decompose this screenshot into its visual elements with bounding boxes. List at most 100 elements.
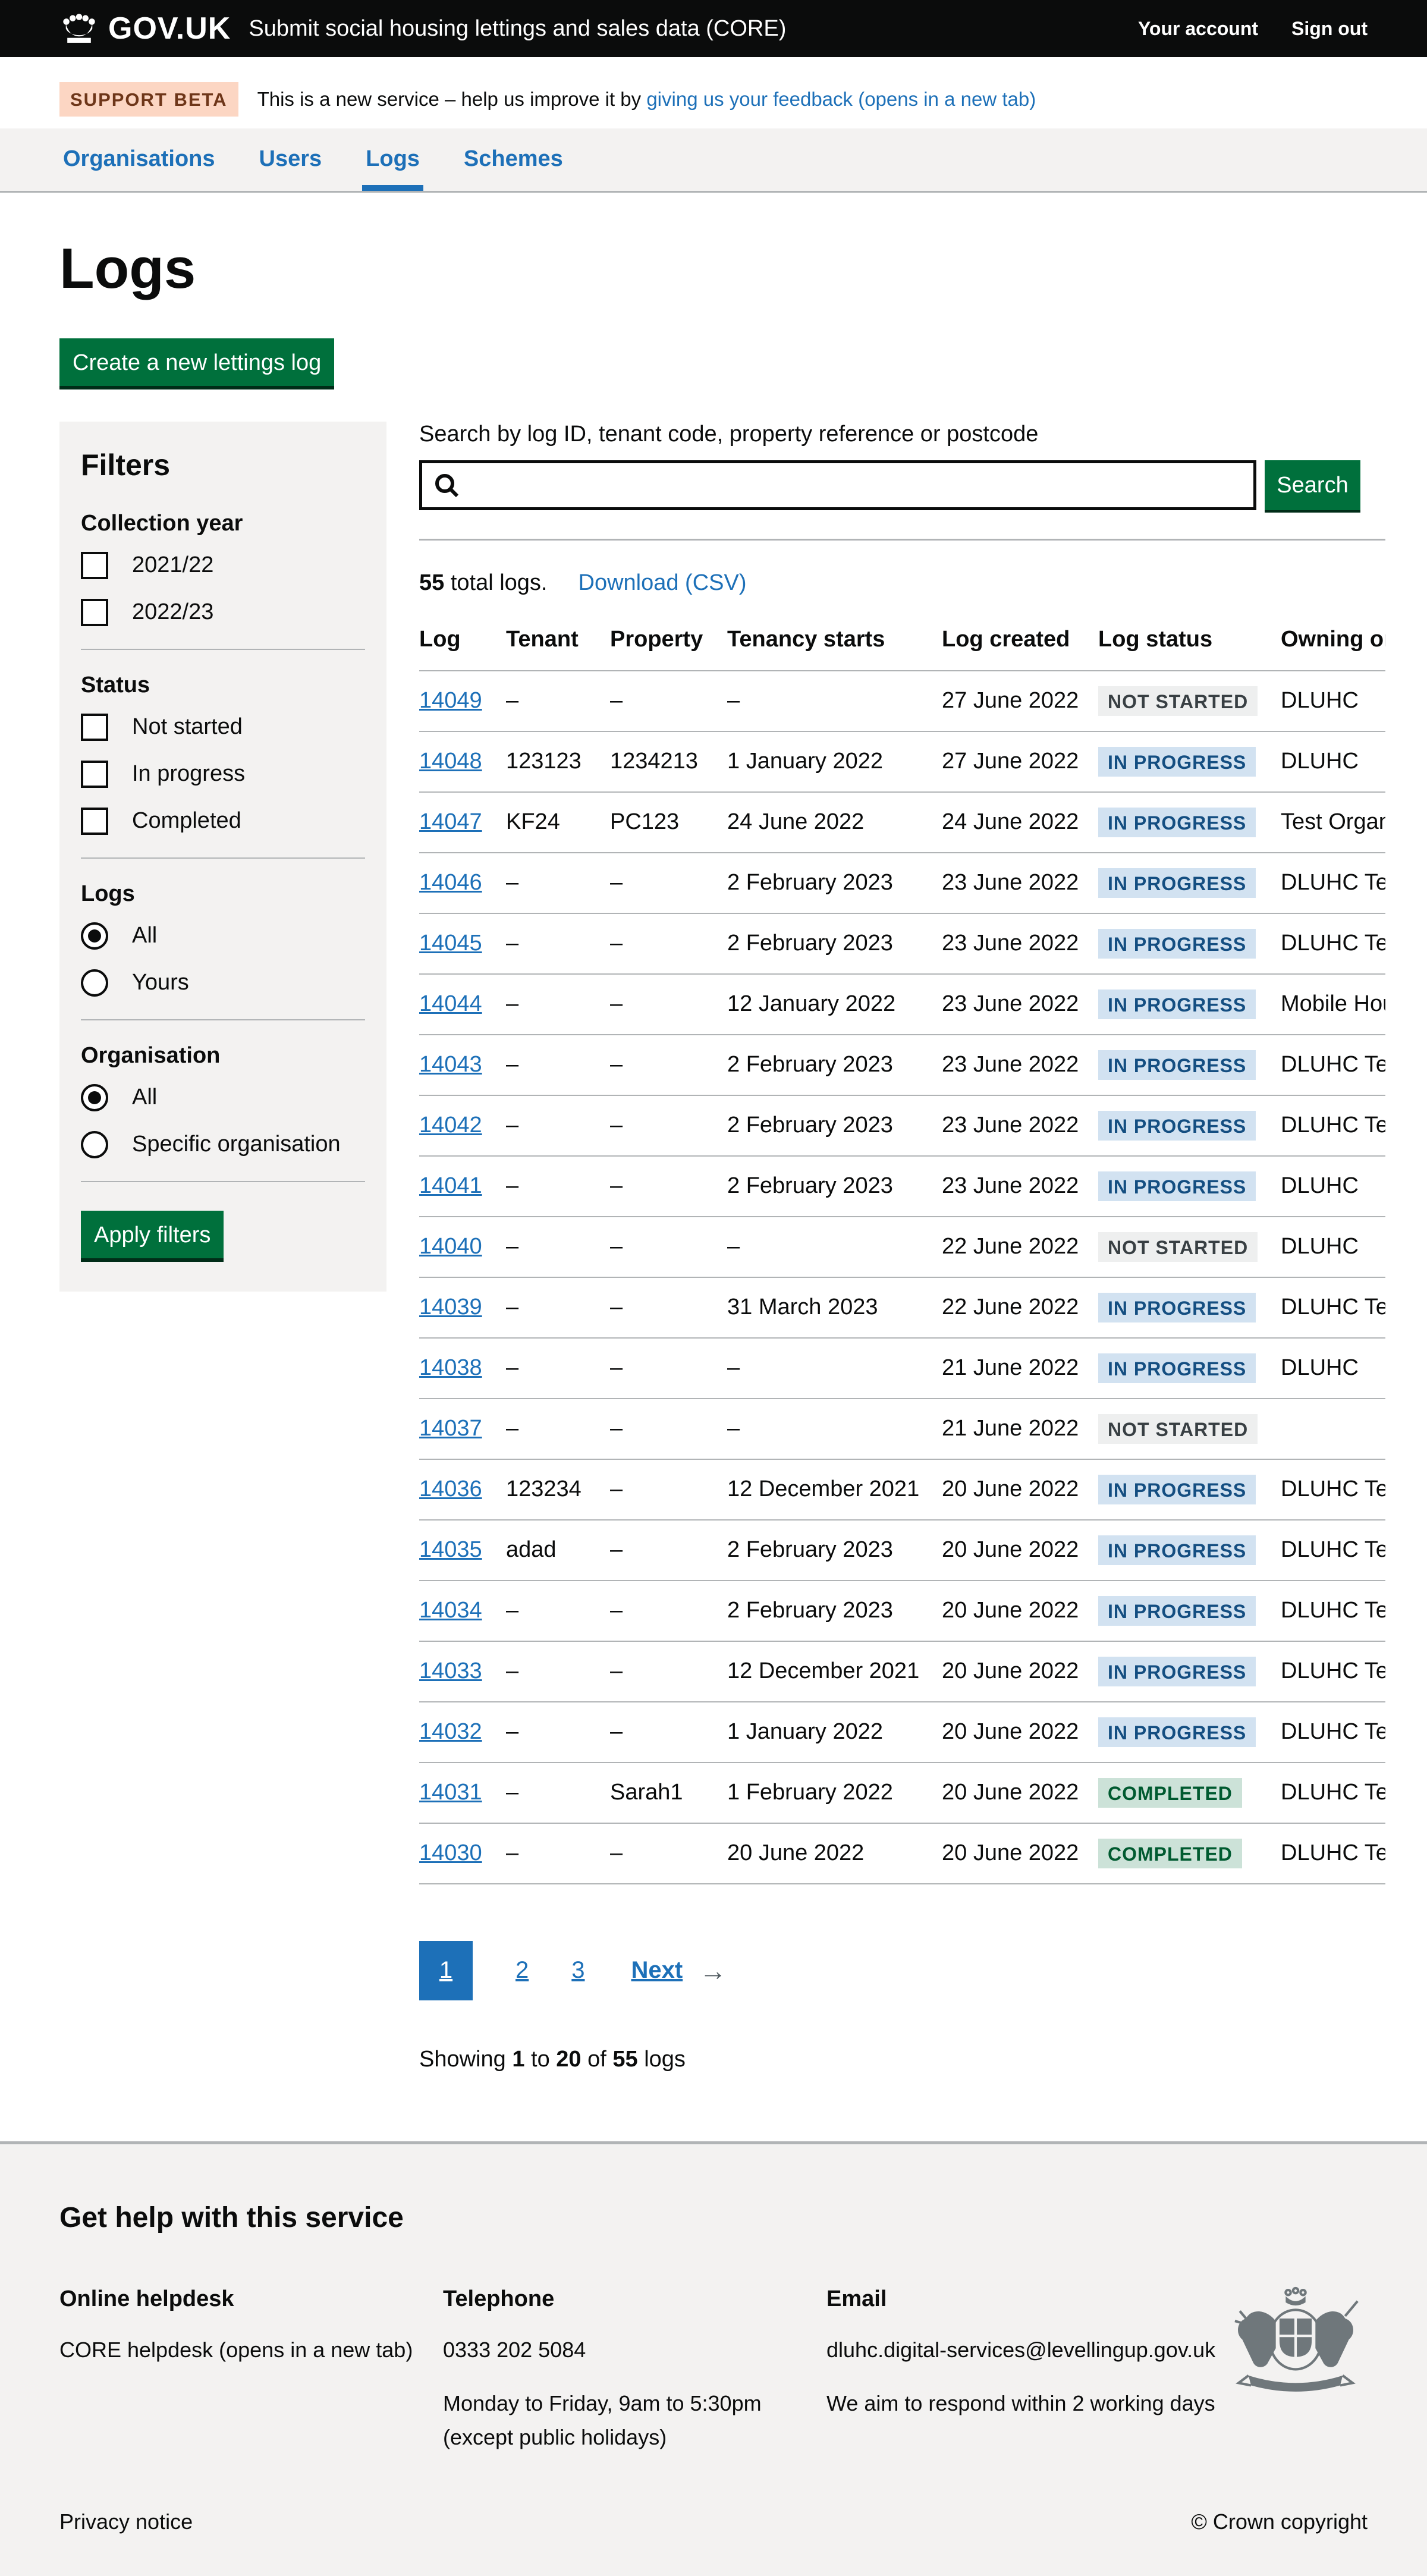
log-id-link[interactable]: 14047 bbox=[419, 809, 482, 834]
log-id-cell: 14037 bbox=[419, 1399, 506, 1459]
log-id-link[interactable]: 14041 bbox=[419, 1173, 482, 1198]
feedback-link[interactable]: giving us your feedback (opens in a new … bbox=[646, 88, 1036, 110]
status-option-label[interactable]: Not started bbox=[132, 714, 243, 740]
log-id-cell: 14030 bbox=[419, 1823, 506, 1884]
log-id-link[interactable]: 14040 bbox=[419, 1234, 482, 1259]
log-id-link[interactable]: 14030 bbox=[419, 1840, 482, 1865]
log-status-cell: Completed bbox=[1098, 1823, 1281, 1884]
download-csv-link[interactable]: Download (CSV) bbox=[579, 570, 747, 595]
organisation-radio[interactable] bbox=[81, 1084, 108, 1111]
status-badge: In progress bbox=[1098, 1050, 1256, 1080]
royal-coat-of-arms-icon bbox=[1221, 2286, 1370, 2414]
footer-heading: Get help with this service bbox=[59, 2201, 1368, 2234]
log-id-link[interactable]: 14038 bbox=[419, 1355, 482, 1380]
logs-radio[interactable] bbox=[81, 922, 108, 950]
owning-organisation-cell: Mobile Hou bbox=[1281, 974, 1385, 1035]
log-created-cell: 23 June 2022 bbox=[942, 853, 1098, 913]
status-option-label[interactable]: In progress bbox=[132, 761, 245, 787]
status-group: Not started In progress Completed bbox=[81, 714, 365, 835]
header-account-nav: Your account Sign out bbox=[1138, 18, 1368, 40]
organisation-option-label[interactable]: All bbox=[132, 1085, 157, 1110]
log-id-link[interactable]: 14042 bbox=[419, 1113, 482, 1138]
logs-option: All bbox=[81, 922, 365, 950]
crown-copyright-link[interactable]: © Crown copyright bbox=[1191, 2509, 1368, 2534]
collection-year-checkbox[interactable] bbox=[81, 552, 108, 579]
log-id-link[interactable]: 14044 bbox=[419, 991, 482, 1016]
create-lettings-log-button[interactable]: Create a new lettings log bbox=[59, 338, 334, 386]
tab-schemes[interactable]: Schemes bbox=[460, 128, 567, 191]
column-header: Tenant bbox=[506, 627, 610, 671]
tenancy-starts-cell: 20 June 2022 bbox=[727, 1823, 942, 1884]
log-id-link[interactable]: 14036 bbox=[419, 1477, 482, 1501]
log-id-link[interactable]: 14035 bbox=[419, 1537, 482, 1562]
logs-radio-group: All Yours bbox=[81, 922, 365, 997]
apply-filters-button[interactable]: Apply filters bbox=[81, 1211, 224, 1258]
collection-year-checkbox[interactable] bbox=[81, 599, 108, 626]
collection-year-option-label[interactable]: 2022/23 bbox=[132, 599, 213, 625]
log-id-link[interactable]: 14043 bbox=[419, 1052, 482, 1077]
status-option-label[interactable]: Completed bbox=[132, 808, 241, 834]
main-content: Logs Create a new lettings log Filters C… bbox=[0, 239, 1427, 2131]
table-row: 14045––2 February 202323 June 2022In pro… bbox=[419, 913, 1385, 974]
log-created-cell: 20 June 2022 bbox=[942, 1520, 1098, 1581]
page-link[interactable]: 3 bbox=[571, 1957, 584, 1984]
log-id-link[interactable]: 14032 bbox=[419, 1719, 482, 1744]
logs-option-label[interactable]: All bbox=[132, 923, 157, 948]
log-id-link[interactable]: 14039 bbox=[419, 1295, 482, 1320]
tenancy-starts-cell: – bbox=[727, 1399, 942, 1459]
sign-out-link[interactable]: Sign out bbox=[1291, 18, 1368, 40]
log-id-link[interactable]: 14048 bbox=[419, 749, 482, 774]
owning-organisation-cell: DLUHC Tes bbox=[1281, 1581, 1385, 1641]
govuk-logo[interactable]: GOV.UK bbox=[59, 11, 231, 46]
showing-part: to bbox=[524, 2047, 556, 2072]
tenant-cell: – bbox=[506, 913, 610, 974]
tenancy-starts-cell: 31 March 2023 bbox=[727, 1277, 942, 1338]
service-name[interactable]: Submit social housing lettings and sales… bbox=[249, 16, 786, 42]
property-cell: 1234213 bbox=[610, 731, 727, 792]
status-badge: In progress bbox=[1098, 1475, 1256, 1504]
tab-logs[interactable]: Logs bbox=[362, 128, 423, 191]
your-account-link[interactable]: Your account bbox=[1138, 18, 1258, 40]
owning-organisation-cell: DLUHC Tes bbox=[1281, 853, 1385, 913]
search-icon bbox=[432, 471, 461, 502]
log-id-link[interactable]: 14034 bbox=[419, 1598, 482, 1623]
log-id-link[interactable]: 14037 bbox=[419, 1416, 482, 1441]
logs-radio[interactable] bbox=[81, 969, 108, 997]
tab-organisations[interactable]: Organisations bbox=[59, 128, 219, 191]
table-row: 14031–Sarah11 February 202220 June 2022C… bbox=[419, 1763, 1385, 1823]
property-cell: Sarah1 bbox=[610, 1763, 727, 1823]
collection-year-option-label[interactable]: 2021/22 bbox=[132, 552, 213, 578]
page-current[interactable]: 1 bbox=[419, 1941, 473, 2000]
results-count-line: 55 total logs.Download (CSV) bbox=[419, 570, 1385, 596]
support-email-link[interactable]: dluhc.digital-services@levellingup.gov.u… bbox=[826, 2338, 1215, 2362]
owning-organisation-cell: DLUHC Tes bbox=[1281, 1823, 1385, 1884]
property-cell: – bbox=[610, 1520, 727, 1581]
search-button[interactable]: Search bbox=[1265, 460, 1360, 510]
log-id-link[interactable]: 14049 bbox=[419, 688, 482, 713]
log-id-link[interactable]: 14045 bbox=[419, 931, 482, 956]
log-status-cell: Completed bbox=[1098, 1763, 1281, 1823]
core-helpdesk-link[interactable]: CORE helpdesk (opens in a new tab) bbox=[59, 2338, 413, 2362]
log-id-link[interactable]: 14046 bbox=[419, 870, 482, 895]
status-checkbox[interactable] bbox=[81, 714, 108, 741]
status-checkbox[interactable] bbox=[81, 808, 108, 835]
log-id-cell: 14036 bbox=[419, 1459, 506, 1520]
log-id-cell: 14034 bbox=[419, 1581, 506, 1641]
status-checkbox[interactable] bbox=[81, 761, 108, 788]
search-input[interactable] bbox=[419, 460, 1256, 510]
logs-option-label[interactable]: Yours bbox=[132, 970, 189, 995]
privacy-notice-link[interactable]: Privacy notice bbox=[59, 2509, 193, 2534]
page-link[interactable]: 2 bbox=[516, 1957, 529, 1984]
organisation-option-label[interactable]: Specific organisation bbox=[132, 1132, 341, 1157]
log-id-link[interactable]: 14033 bbox=[419, 1658, 482, 1683]
tenant-cell: KF24 bbox=[506, 792, 610, 853]
property-cell: – bbox=[610, 1459, 727, 1520]
tenancy-starts-cell: 2 February 2023 bbox=[727, 1095, 942, 1156]
organisation-radio[interactable] bbox=[81, 1131, 108, 1158]
column-header: Log bbox=[419, 627, 506, 671]
log-id-link[interactable]: 14031 bbox=[419, 1780, 482, 1805]
next-page-link[interactable]: Next bbox=[631, 1957, 683, 1984]
log-id-cell: 14049 bbox=[419, 671, 506, 731]
tab-users[interactable]: Users bbox=[256, 128, 326, 191]
footer-telephone-column: Telephone 0333 202 5084 Monday to Friday… bbox=[443, 2286, 826, 2470]
